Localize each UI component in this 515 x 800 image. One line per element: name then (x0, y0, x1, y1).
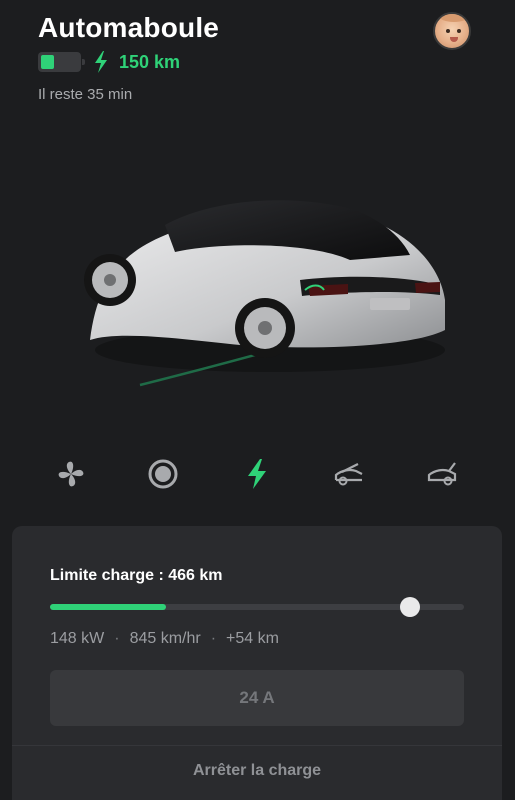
avatar-eye-left (446, 29, 450, 33)
trunk-open-icon (427, 462, 457, 486)
quick-controls (0, 452, 515, 496)
charge-limit-handle[interactable] (400, 597, 421, 617)
charging-power: 148 kW (50, 630, 105, 647)
charging-bolt-icon (95, 51, 107, 73)
frunk-button[interactable] (327, 452, 371, 496)
charging-rate: 845 km/hr (129, 630, 201, 647)
stats-separator: · (114, 630, 120, 647)
avatar-eye-right (457, 29, 461, 33)
defrost-button[interactable] (141, 452, 185, 496)
charge-limit-slider[interactable] (50, 597, 464, 617)
fan-button[interactable] (49, 452, 93, 496)
time-remaining: Il reste 35 min (38, 86, 133, 103)
charge-limit-label: Limite charge : 466 km (50, 567, 223, 584)
profile-avatar[interactable] (433, 12, 471, 50)
range-value: 150 km (119, 51, 181, 72)
stop-charging-button[interactable]: Arrêter la charge (12, 762, 502, 780)
charge-progress-fill (50, 604, 166, 610)
charge-button[interactable] (235, 452, 279, 496)
battery-icon (38, 52, 85, 72)
range-added: +54 km (226, 630, 279, 647)
fan-icon (58, 461, 84, 487)
divider (12, 745, 502, 746)
charging-panel: Limite charge : 466 km 148 kW · 845 km/h… (12, 526, 502, 800)
avatar-mouth (450, 37, 458, 42)
battery-nub (82, 59, 85, 65)
avatar-hair (439, 14, 469, 22)
frunk-open-icon (334, 463, 363, 486)
status-row: 150 km (38, 51, 180, 73)
battery-level-fill (41, 55, 54, 69)
stats-separator: · (210, 630, 217, 647)
charging-stats: 148 kW · 845 km/hr · +54 km (50, 630, 279, 648)
defrost-circle-icon (148, 459, 178, 489)
charging-bolt-icon (248, 459, 266, 489)
trunk-button[interactable] (420, 452, 464, 496)
car-image (84, 200, 445, 387)
amperage-button[interactable]: 24 A (50, 670, 464, 726)
